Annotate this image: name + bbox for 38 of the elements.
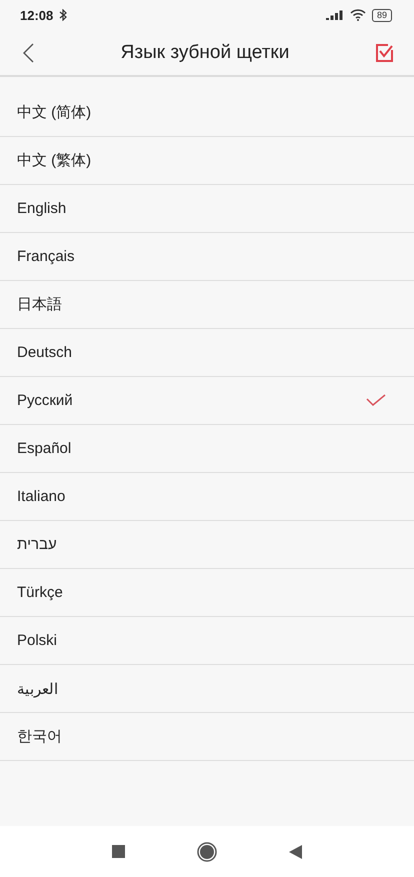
status-time: 12:08 <box>20 8 54 22</box>
confirm-icon[interactable] <box>376 44 394 62</box>
language-label: 中文 (简体) <box>17 103 92 122</box>
language-item[interactable]: Français <box>0 233 414 281</box>
language-item[interactable]: Русский <box>0 377 414 425</box>
language-label: Español <box>17 440 72 457</box>
language-item[interactable]: Polski <box>0 617 414 665</box>
language-label: 한국어 <box>17 727 62 746</box>
language-label: Türkçe <box>17 584 63 601</box>
language-item[interactable]: العربية <box>0 665 414 713</box>
home-icon[interactable] <box>197 842 217 862</box>
language-item[interactable]: 日本語 <box>0 281 414 329</box>
language-label: العربية <box>17 680 58 698</box>
language-item[interactable]: Deutsch <box>0 329 414 377</box>
page-title: Язык зубной щетки <box>120 42 290 64</box>
signal-icon <box>326 10 344 20</box>
language-label: Italiano <box>17 488 66 505</box>
language-label: Русский <box>17 392 73 409</box>
language-item[interactable]: 한국어 <box>0 713 414 761</box>
battery-indicator: 89 <box>372 8 392 22</box>
language-label: עברית <box>17 536 57 553</box>
language-label: English <box>17 200 66 217</box>
back-icon[interactable] <box>22 42 34 62</box>
back-nav-icon[interactable] <box>289 844 302 858</box>
language-label: 中文 (繁体) <box>17 151 92 170</box>
language-label: Deutsch <box>17 344 72 361</box>
language-item[interactable]: English <box>0 185 414 233</box>
language-item[interactable]: 中文 (繁体) <box>0 137 414 185</box>
language-label: Polski <box>17 632 58 649</box>
wifi-icon <box>350 9 366 21</box>
language-item[interactable]: Türkçe <box>0 569 414 617</box>
language-label: 日本語 <box>17 295 62 314</box>
language-item[interactable]: עברית <box>0 521 414 569</box>
language-label: Français <box>17 248 75 265</box>
language-item[interactable]: Italiano <box>0 473 414 521</box>
language-item[interactable]: Español <box>0 425 414 473</box>
bluetooth-icon <box>59 9 68 21</box>
language-item[interactable]: 中文 (简体) <box>0 89 414 137</box>
